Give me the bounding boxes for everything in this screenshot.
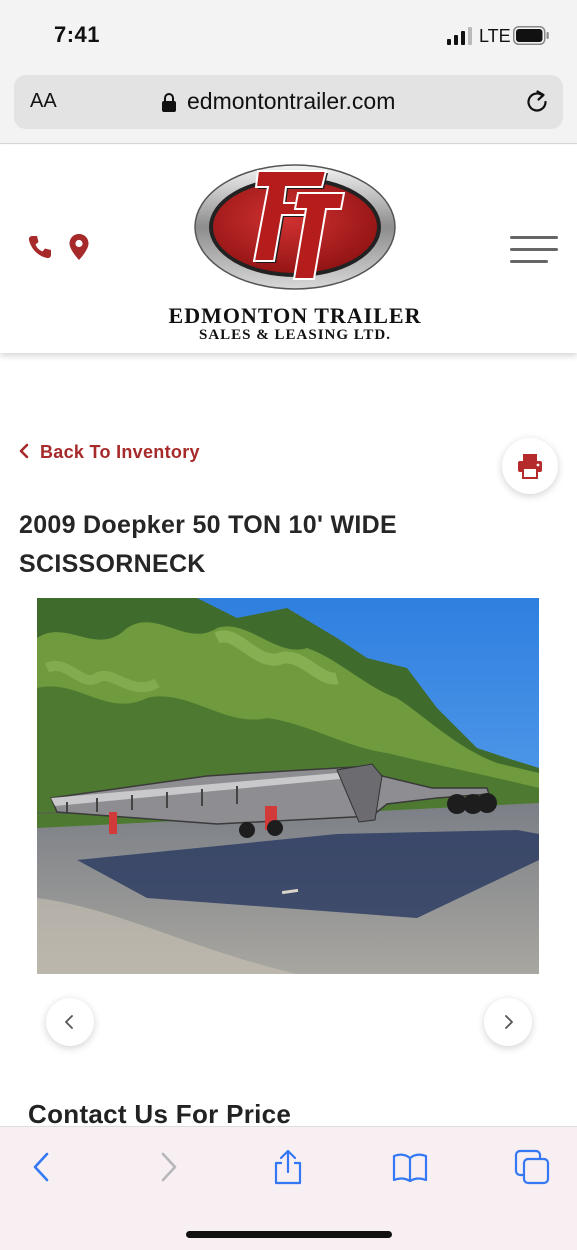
signal-icon: [447, 27, 472, 45]
share-icon[interactable]: [270, 1149, 306, 1185]
listing-title: 2009 Doepker 50 TON 10' WIDE SCISSORNECK: [19, 511, 397, 578]
address-bar[interactable]: AA edmontontrailer.com: [14, 75, 563, 129]
browser-back-icon[interactable]: [24, 1149, 60, 1185]
carousel-prev-button[interactable]: [46, 998, 94, 1046]
lock-icon: [162, 93, 176, 112]
logo-emblem: [194, 164, 396, 290]
hamburger-menu-icon[interactable]: [510, 236, 558, 266]
browser-url-area: AA edmontontrailer.com: [0, 70, 577, 144]
url-text[interactable]: edmontontrailer.com: [187, 88, 395, 115]
back-link-label: Back To Inventory: [40, 442, 200, 462]
chevron-left-icon: [65, 1015, 73, 1029]
chevron-right-icon: [505, 1015, 513, 1029]
printer-icon: [518, 454, 542, 479]
chevron-left-icon: [19, 443, 29, 459]
site-logo[interactable]: EDMONTON TRAILER SALES & LEASING LTD.: [158, 159, 432, 343]
logo-subtitle: SALES & LEASING LTD.: [198, 327, 391, 343]
text-size-button[interactable]: AA: [30, 90, 57, 113]
browser-forward-icon[interactable]: [150, 1149, 186, 1185]
home-indicator[interactable]: [186, 1231, 392, 1238]
tabs-icon[interactable]: [514, 1149, 550, 1185]
screen: 7:41 LTE AA edmontontrailer.com EDMONTON…: [0, 0, 577, 1250]
logo-title: EDMONTON TRAILER: [168, 303, 422, 328]
site-header: EDMONTON TRAILER SALES & LEASING LTD.: [0, 145, 577, 353]
map-pin-icon[interactable]: [68, 233, 90, 261]
print-button[interactable]: [502, 438, 558, 494]
listing-photo[interactable]: [37, 598, 539, 974]
phone-icon[interactable]: [27, 234, 53, 260]
status-bar: 7:41 LTE: [0, 0, 577, 70]
network-label: LTE: [479, 26, 511, 46]
reload-icon[interactable]: [524, 89, 550, 115]
bookmarks-icon[interactable]: [392, 1149, 428, 1185]
back-to-inventory-link[interactable]: Back To Inventory: [18, 442, 200, 463]
trailer-photo-image: [37, 598, 539, 974]
carousel-next-button[interactable]: [484, 998, 532, 1046]
battery-icon: [513, 26, 549, 45]
status-time: 7:41: [54, 22, 101, 47]
